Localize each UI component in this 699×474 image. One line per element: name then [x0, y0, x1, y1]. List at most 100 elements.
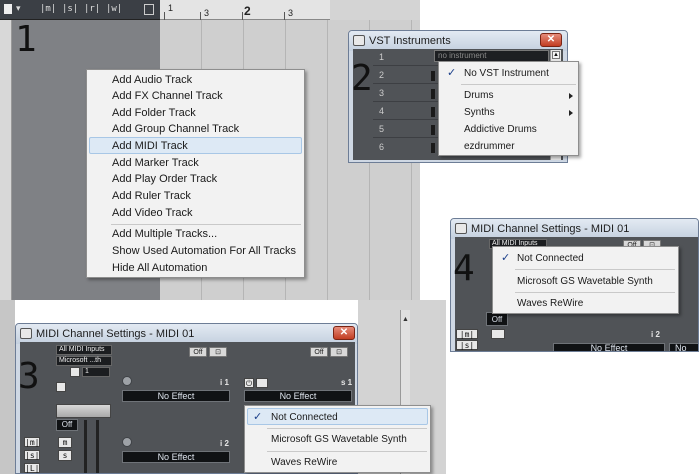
toolbar-read-button[interactable]: |r|: [84, 4, 100, 16]
menu-item-add-group-channel-track[interactable]: Add Group Channel Track: [112, 123, 239, 138]
eq-icon[interactable]: [56, 382, 66, 392]
close-button[interactable]: ✕: [540, 33, 562, 47]
toolbar-solo-button[interactable]: |s|: [62, 4, 78, 16]
menu-item-show-used-automation[interactable]: Show Used Automation For All Tracks: [112, 245, 296, 260]
send-slot[interactable]: No Effe: [669, 343, 698, 351]
menu-item-add-fx-channel-track[interactable]: Add FX Channel Track: [112, 90, 223, 105]
send-slot-1[interactable]: No Effect: [244, 390, 352, 402]
insert-knob[interactable]: [122, 437, 132, 447]
listen-icon[interactable]: |L|: [24, 463, 40, 473]
menu-item-waves-rewire[interactable]: Waves ReWire: [517, 298, 583, 309]
mute-icon[interactable]: |m|: [456, 329, 478, 339]
insert-slot[interactable]: No Effect: [553, 343, 665, 351]
menu-item-add-multiple-tracks[interactable]: Add Multiple Tracks...: [112, 228, 217, 243]
midi-channel-selector[interactable]: 1: [82, 367, 110, 377]
window-titlebar[interactable]: MIDI Channel Settings - MIDI 01 ✕: [16, 324, 357, 344]
off-display[interactable]: Off: [56, 419, 78, 431]
timeline-ruler[interactable]: 1 3 2 3: [160, 0, 330, 20]
slot-number: 5: [379, 124, 385, 134]
menu-item-add-folder-track[interactable]: Add Folder Track: [112, 107, 196, 122]
insert-knob[interactable]: [122, 376, 132, 386]
ruler-label: 3: [288, 8, 294, 18]
midi-output-selector[interactable]: Microsoft ...th: [56, 356, 112, 366]
menu-item-synths[interactable]: Synths: [464, 107, 495, 118]
scroll-up-icon[interactable]: ▲: [401, 316, 410, 326]
fader-slider[interactable]: [56, 404, 111, 418]
scroll-up-icon[interactable]: ▲: [552, 51, 560, 59]
window-titlebar[interactable]: VST Instruments ✕: [349, 31, 567, 51]
menu-item-no-vst-instrument[interactable]: No VST Instrument: [464, 68, 549, 79]
fader-track[interactable]: [84, 420, 87, 473]
off-display[interactable]: Off: [486, 312, 508, 326]
dropdown-icon[interactable]: ▾: [16, 3, 21, 14]
meter-track: [96, 420, 99, 473]
menu-separator: [267, 428, 427, 429]
window-icon: [353, 35, 365, 46]
edit-button[interactable]: ⊡: [209, 347, 227, 357]
menu-item-add-marker-track[interactable]: Add Marker Track: [112, 157, 199, 172]
slot-number: i 2: [651, 330, 660, 339]
slot-number: 2: [379, 70, 385, 80]
menu-item-add-ruler-track[interactable]: Add Ruler Track: [112, 190, 191, 205]
bypass-button[interactable]: Off: [189, 347, 207, 357]
insert-slot-1[interactable]: No Effect: [122, 390, 230, 402]
check-icon: ✓: [447, 67, 457, 79]
window-title: MIDI Channel Settings - MIDI 01: [36, 328, 195, 340]
menu-separator: [461, 84, 576, 85]
menu-item-add-play-order-track[interactable]: Add Play Order Track: [112, 173, 217, 188]
slot-number: 3: [379, 88, 385, 98]
menu-item-microsoft-gs-wavetable-synth[interactable]: Microsoft GS Wavetable Synth: [271, 434, 407, 445]
link-icon[interactable]: [70, 367, 80, 377]
insert-slot-2[interactable]: No Effect: [122, 451, 230, 463]
monitor-icon[interactable]: [491, 329, 505, 339]
menu-item-ezdrummer[interactable]: ezdrummer: [464, 141, 515, 152]
ruler-label: 3: [204, 8, 210, 18]
menu-item-drums[interactable]: Drums: [464, 90, 493, 101]
expand-icon[interactable]: [144, 4, 154, 15]
mute-icon[interactable]: |m|: [24, 437, 40, 447]
menu-item-not-connected[interactable]: Not Connected: [517, 253, 584, 264]
vst-instrument-menu: ✓ No VST Instrument Drums Synths Addicti…: [438, 61, 579, 156]
route-icon[interactable]: [256, 378, 268, 388]
solo-icon[interactable]: |s|: [24, 450, 40, 460]
menu-separator: [267, 451, 427, 452]
ruler-label: 2: [244, 4, 251, 18]
inspector-edge: [0, 20, 12, 300]
menu-item-add-video-track[interactable]: Add Video Track: [112, 207, 193, 222]
panel-label-3: 3: [18, 356, 40, 397]
menu-item-not-connected[interactable]: Not Connected: [271, 412, 338, 423]
menu-item-add-audio-track[interactable]: Add Audio Track: [112, 74, 192, 89]
menu-item-add-midi-track[interactable]: Add MIDI Track: [112, 140, 188, 155]
slot-number: 1: [379, 52, 385, 62]
menu-item-microsoft-gs-wavetable-synth[interactable]: Microsoft GS Wavetable Synth: [517, 276, 653, 287]
solo-icon[interactable]: |s|: [456, 340, 478, 350]
slot-number: s 1: [341, 378, 353, 387]
window-title: VST Instruments: [369, 35, 451, 47]
menu-item-addictive-drums[interactable]: Addictive Drums: [464, 124, 537, 135]
mute-button[interactable]: m: [58, 437, 72, 448]
bypass-button-2[interactable]: Off: [310, 347, 328, 357]
menu-item-waves-rewire[interactable]: Waves ReWire: [271, 457, 337, 468]
panel-label-2: 2: [351, 58, 373, 99]
solo-button[interactable]: s: [58, 450, 72, 461]
midi-output-menu-3: ✓ Not Connected Microsoft GS Wavetable S…: [244, 405, 431, 473]
panel-label-1: 1: [15, 19, 37, 60]
menu-item-hide-all-automation[interactable]: Hide All Automation: [112, 262, 207, 277]
power-icon[interactable]: ⏻: [244, 378, 254, 388]
menu-separator: [515, 269, 675, 270]
submenu-arrow-icon: [569, 110, 573, 116]
toolbar-write-button[interactable]: |w|: [106, 4, 122, 16]
ruler-label: 1: [168, 3, 174, 13]
add-track-context-menu: Add Audio Track Add FX Channel Track Add…: [86, 69, 305, 278]
window-titlebar[interactable]: MIDI Channel Settings - MIDI 01: [451, 219, 698, 239]
menu-separator: [515, 292, 675, 293]
window-icon: [455, 223, 467, 234]
slot-number: 4: [379, 106, 385, 116]
check-icon: ✓: [253, 411, 263, 423]
close-button[interactable]: ✕: [333, 326, 355, 340]
midi-input-selector[interactable]: All MIDI Inputs: [56, 345, 112, 355]
slot-number: i 2: [220, 439, 229, 448]
track-menu-icon[interactable]: [4, 4, 12, 14]
edit-button-2[interactable]: ⊡: [330, 347, 348, 357]
toolbar-mute-button[interactable]: |m|: [40, 4, 56, 16]
